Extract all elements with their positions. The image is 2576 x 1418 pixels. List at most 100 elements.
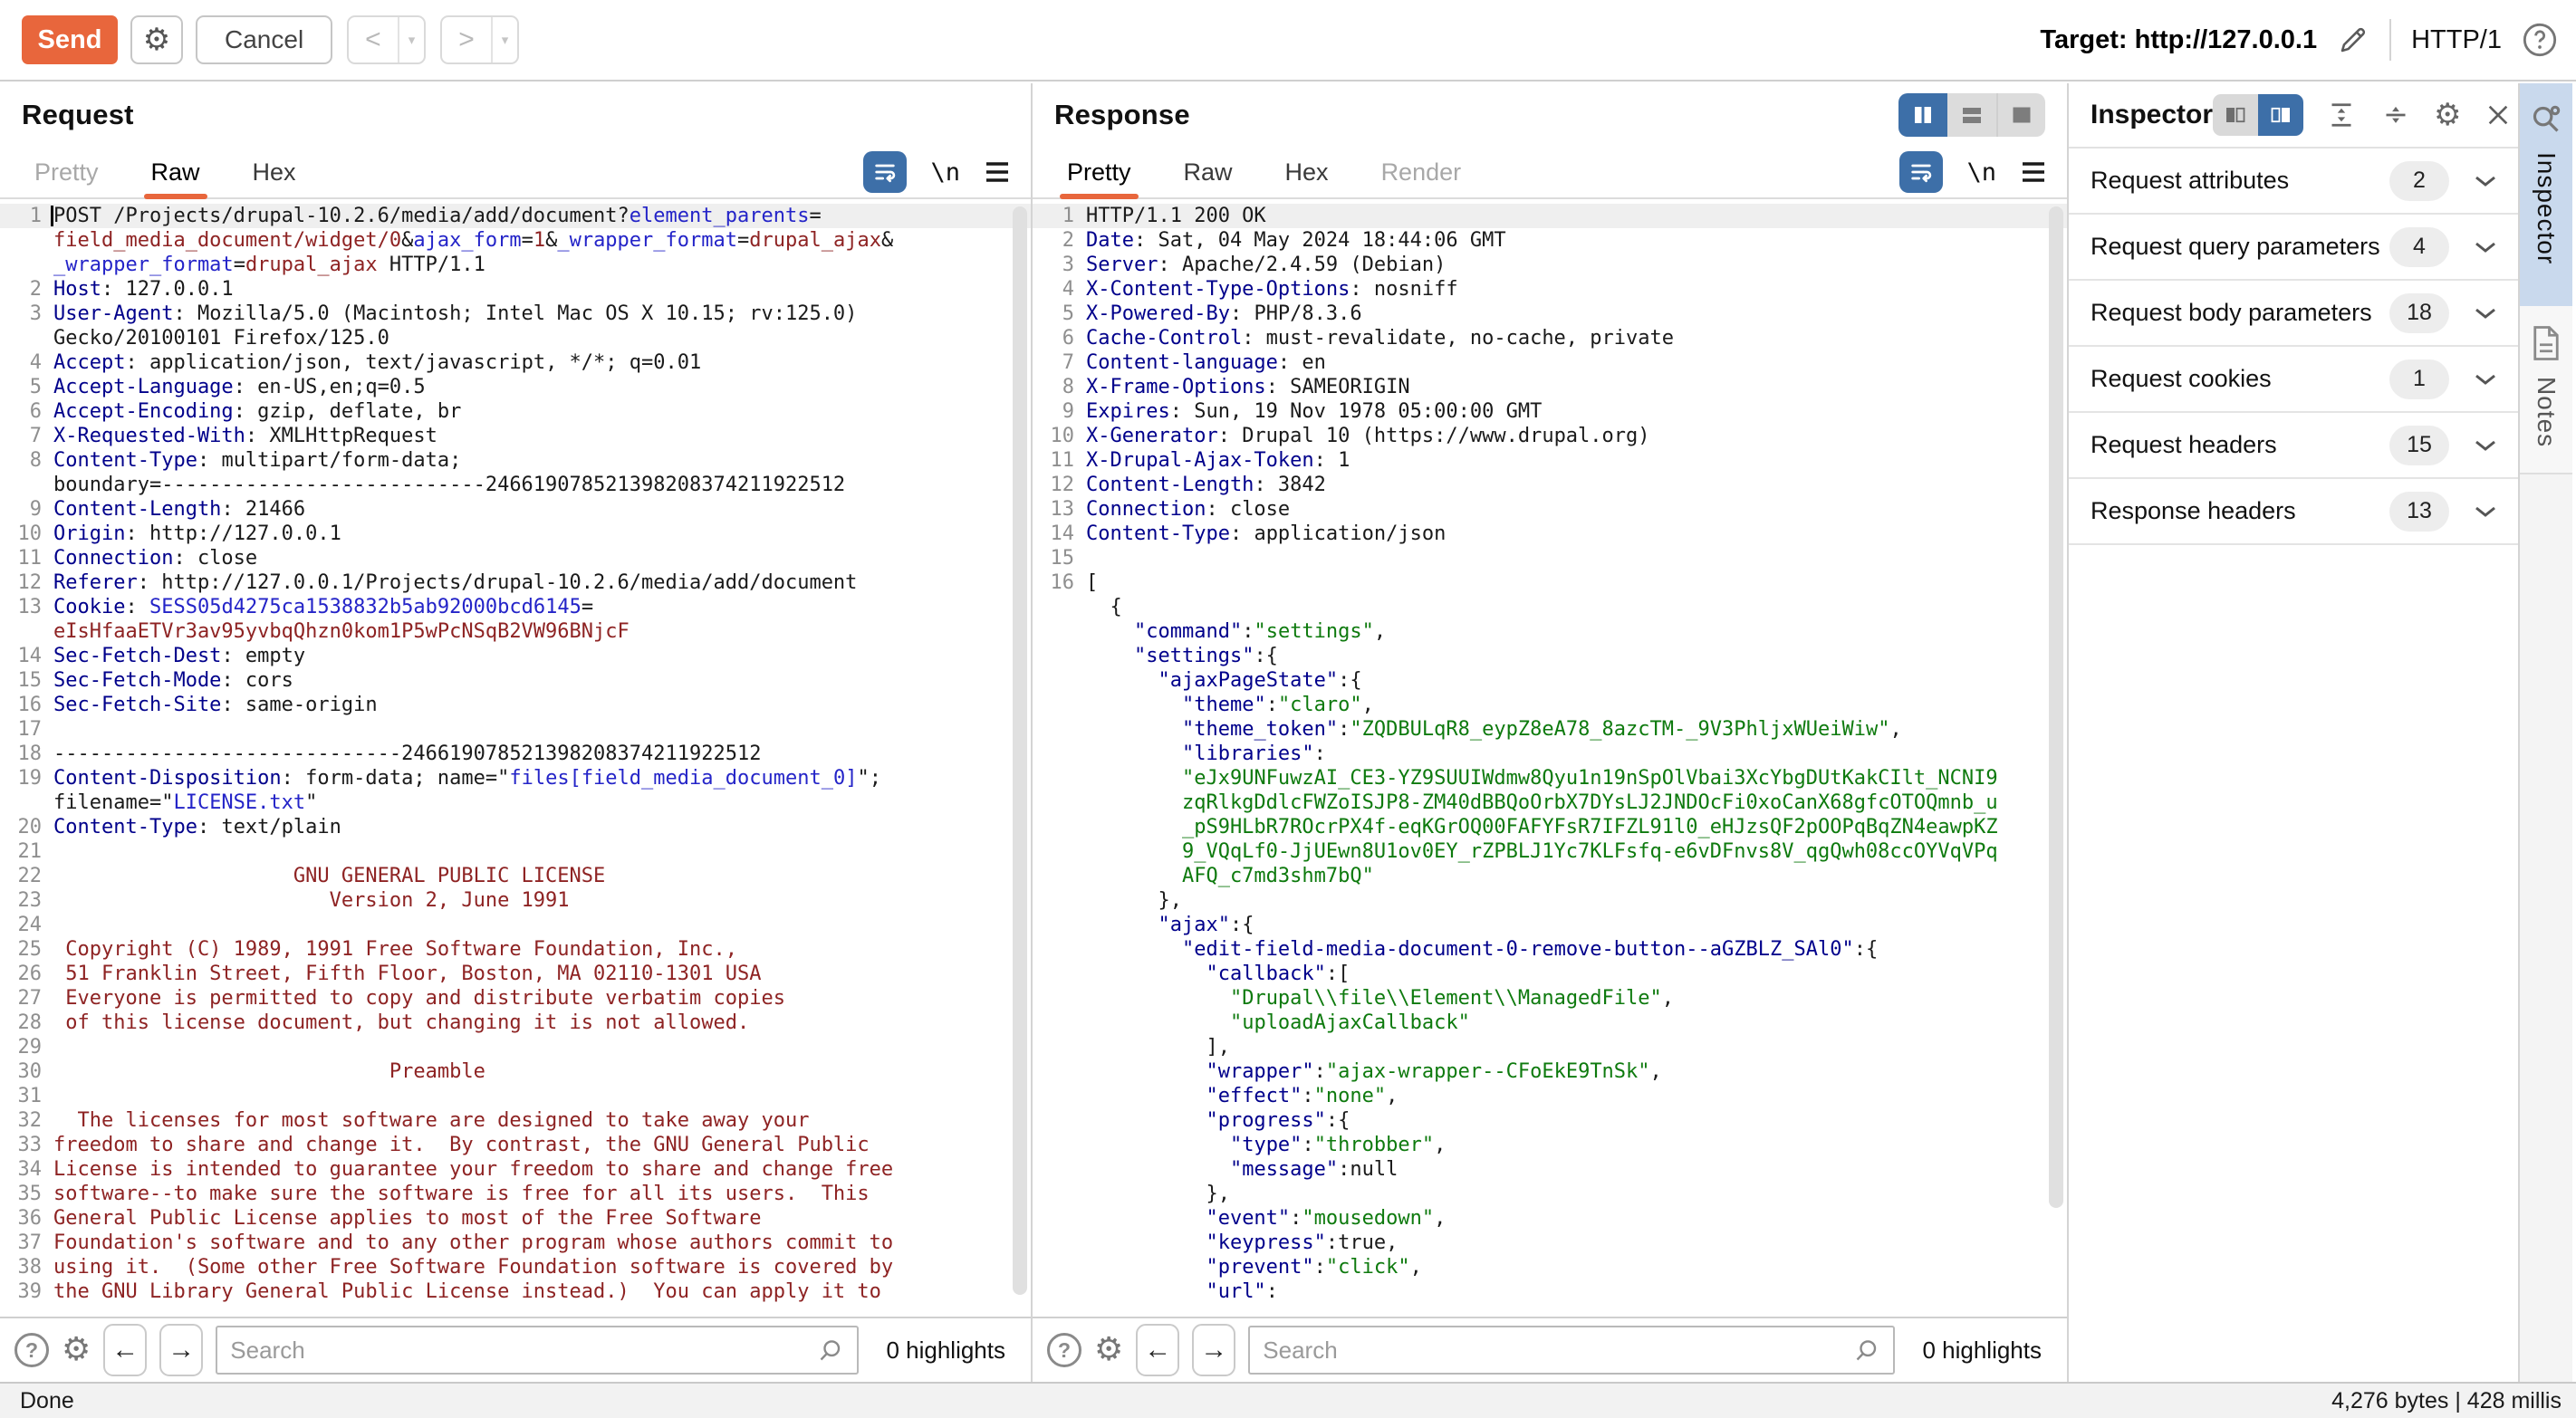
editor-menu-icon[interactable]: [984, 159, 1011, 185]
line-number: [1033, 693, 1074, 717]
chevron-down-icon[interactable]: [2473, 504, 2498, 519]
help-icon[interactable]: ?: [1047, 1333, 1081, 1367]
response-find-bar: ? ⚙ ← → 0 highlights: [1033, 1317, 2067, 1382]
section-label: Request query parameters: [2091, 233, 2380, 261]
response-search-field[interactable]: [1248, 1326, 1895, 1375]
tab-raw[interactable]: Raw: [1184, 147, 1233, 197]
request-search-field[interactable]: [216, 1326, 859, 1375]
search-settings-icon[interactable]: ⚙: [1094, 1334, 1123, 1366]
inspector-section-response-headers[interactable]: Response headers13: [2069, 479, 2518, 545]
line-number: 11: [0, 546, 42, 570]
inspector-section-request-cookies[interactable]: Request cookies1: [2069, 347, 2518, 413]
previous-match-button[interactable]: ←: [1136, 1324, 1179, 1376]
send-settings-button[interactable]: ⚙: [130, 15, 183, 64]
line-number: [1033, 888, 1074, 913]
show-newlines-toggle[interactable]: \n: [1966, 158, 1996, 187]
line-number: [0, 790, 42, 815]
line-content: [42, 1035, 53, 1059]
search-input[interactable]: [230, 1337, 817, 1365]
chevron-down-icon[interactable]: [2473, 372, 2498, 387]
previous-match-button[interactable]: ←: [103, 1324, 147, 1376]
tab-raw[interactable]: Raw: [151, 147, 200, 197]
chevron-down-icon[interactable]: ▾: [398, 17, 425, 62]
editor-line: 8X-Frame-Options: SAMEORIGIN: [1033, 375, 2067, 399]
response-scrollbar[interactable]: [2049, 206, 2063, 1208]
line-content: X-Content-Type-Options: nosniff: [1074, 277, 1458, 302]
word-wrap-toggle[interactable]: [863, 151, 907, 193]
line-number: 16: [0, 693, 42, 717]
editor-line: 14Sec-Fetch-Dest: empty: [0, 644, 1031, 668]
line-content: "settings":{: [1074, 644, 1278, 668]
line-content: -----------------------------24661907852…: [42, 742, 761, 766]
close-icon[interactable]: [2484, 101, 2513, 129]
next-match-button[interactable]: →: [159, 1324, 203, 1376]
editor-menu-icon[interactable]: [2020, 159, 2047, 185]
dock-right-button[interactable]: [2258, 94, 2303, 136]
side-tab-inspector[interactable]: Inspector: [2520, 83, 2572, 306]
help-icon[interactable]: [2522, 22, 2558, 58]
chevron-down-icon[interactable]: ▾: [491, 17, 518, 62]
request-editor[interactable]: 1POST /Projects/drupal-10.2.6/media/add/…: [0, 199, 1031, 1317]
line-content: General Public License applies to most o…: [42, 1206, 761, 1231]
line-number: 34: [0, 1157, 42, 1182]
editor-line: 24: [0, 913, 1031, 937]
line-number: 27: [0, 986, 42, 1011]
line-content: Connection: close: [42, 546, 257, 570]
line-content: "Drupal\\file\\Element\\ManagedFile",: [1074, 986, 1674, 1011]
chevron-down-icon[interactable]: [2473, 306, 2498, 321]
tab-hex[interactable]: Hex: [1285, 147, 1329, 197]
dock-left-button[interactable]: [2213, 94, 2258, 136]
layout-single-button[interactable]: [1996, 93, 2045, 137]
http-version-label[interactable]: HTTP/1: [2411, 25, 2502, 55]
tab-pretty[interactable]: Pretty: [34, 147, 99, 197]
section-label: Request cookies: [2091, 365, 2272, 393]
forward-history-button[interactable]: > ▾: [440, 15, 519, 64]
editor-line: "effect":"none",: [1033, 1084, 2067, 1108]
cancel-button[interactable]: Cancel: [196, 15, 332, 64]
tab-render[interactable]: Render: [1381, 147, 1462, 197]
word-wrap-toggle[interactable]: [1899, 151, 1943, 193]
tab-hex[interactable]: Hex: [253, 147, 296, 197]
request-scrollbar[interactable]: [1013, 206, 1027, 1295]
inspector-section-request-query-parameters[interactable]: Request query parameters4: [2069, 215, 2518, 281]
editor-line: 3User-Agent: Mozilla/5.0 (Macintosh; Int…: [0, 302, 1031, 326]
send-button[interactable]: Send: [22, 15, 118, 64]
show-newlines-toggle[interactable]: \n: [930, 158, 960, 187]
back-history-button[interactable]: < ▾: [347, 15, 426, 64]
editor-line: 9_VQqLf0-JjUEwn8U1ov0EY_rZPBLJ1Yc7KLFsfq…: [1033, 839, 2067, 864]
search-settings-icon[interactable]: ⚙: [62, 1334, 91, 1366]
layout-rows-button[interactable]: [1947, 93, 1996, 137]
edit-target-icon[interactable]: [2337, 24, 2369, 56]
line-number: 32: [0, 1108, 42, 1133]
editor-line: "theme":"claro",: [1033, 693, 2067, 717]
tab-pretty[interactable]: Pretty: [1067, 147, 1131, 197]
line-number: [1033, 1255, 1074, 1279]
editor-line: _pS9HLbR7ROcrPX4f-eqKGrOQ00FAFYFsR7IFZL9…: [1033, 815, 2067, 839]
chevron-down-icon[interactable]: [2473, 240, 2498, 254]
editor-line: 5X-Powered-By: PHP/8.3.6: [1033, 302, 2067, 326]
chevron-down-icon[interactable]: [2473, 174, 2498, 188]
editor-line: Gecko/20100101 Firefox/125.0: [0, 326, 1031, 350]
editor-line: 15Sec-Fetch-Mode: cors: [0, 668, 1031, 693]
line-number: [0, 619, 42, 644]
response-editor[interactable]: 1HTTP/1.1 200 OK2Date: Sat, 04 May 2024 …: [1033, 199, 2067, 1317]
expand-all-icon[interactable]: [2325, 99, 2358, 131]
editor-line: 25 Copyright (C) 1989, 1991 Free Softwar…: [0, 937, 1031, 962]
next-match-button[interactable]: →: [1192, 1324, 1235, 1376]
line-number: 4: [0, 350, 42, 375]
side-tab-notes[interactable]: Notes: [2520, 306, 2572, 474]
toolbar-divider: [2389, 19, 2391, 61]
collapse-all-icon[interactable]: [2379, 99, 2412, 131]
help-icon[interactable]: ?: [14, 1333, 49, 1367]
line-number: 6: [1033, 326, 1074, 350]
chevron-down-icon[interactable]: [2473, 438, 2498, 453]
line-number: [1033, 913, 1074, 937]
search-input[interactable]: [1263, 1337, 1853, 1365]
line-content: },: [1074, 1182, 1230, 1206]
line-number: 26: [0, 962, 42, 986]
inspector-section-request-body-parameters[interactable]: Request body parameters18: [2069, 281, 2518, 347]
layout-columns-button[interactable]: [1898, 93, 1947, 137]
inspector-section-request-headers[interactable]: Request headers15: [2069, 413, 2518, 479]
inspector-settings-icon[interactable]: ⚙: [2434, 100, 2461, 130]
inspector-section-request-attributes[interactable]: Request attributes2: [2069, 149, 2518, 215]
